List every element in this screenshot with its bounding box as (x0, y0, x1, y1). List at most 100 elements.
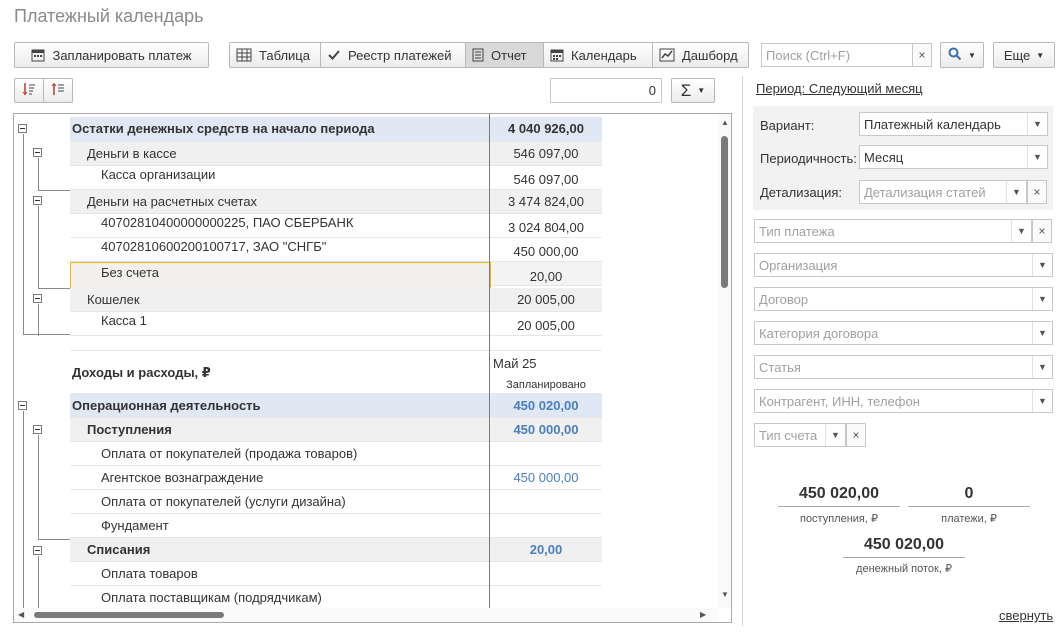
collapse-toggle[interactable] (18, 401, 27, 410)
tab-table[interactable]: Таблица (229, 42, 321, 68)
dashboard-chart-icon (659, 48, 675, 62)
tab-dashboard-label: Дашборд (682, 47, 738, 63)
period-link[interactable]: Период: Следующий месяц (756, 81, 923, 96)
tab-calendar[interactable]: Календарь (543, 42, 653, 68)
collapse-toggle[interactable] (33, 294, 42, 303)
sort-descending-button[interactable] (14, 78, 44, 103)
account-type-filter[interactable]: Тип счета ▼ (754, 423, 846, 447)
sum-button[interactable]: Σ ▼ (671, 78, 715, 103)
payment-type-filter[interactable]: Тип платежа ▼ (754, 219, 1032, 243)
table-row[interactable]: Касса 1 20 005,00 (70, 312, 602, 336)
tab-payment-registry-label: Реестр платежей (348, 47, 452, 63)
chevron-down-icon: ▼ (1032, 254, 1052, 276)
scroll-left-icon[interactable]: ◀ (18, 610, 24, 619)
chevron-down-icon: ▼ (1027, 113, 1047, 135)
close-icon: × (1038, 224, 1046, 238)
chevron-down-icon: ▼ (1032, 390, 1052, 412)
variant-select[interactable]: Платежный календарь ▼ (859, 112, 1048, 136)
chevron-down-icon: ▼ (1032, 356, 1052, 378)
organization-filter[interactable]: Организация ▼ (754, 253, 1053, 277)
periodicity-select[interactable]: Месяц ▼ (859, 145, 1048, 169)
sigma-icon: Σ (680, 80, 692, 100)
more-label: Еще (1003, 47, 1031, 63)
vertical-scrollbar[interactable]: ▲ ▼ (718, 114, 731, 608)
more-button[interactable]: Еще ▼ (993, 42, 1055, 68)
periodicity-label: Периодичность: (760, 151, 857, 166)
scroll-down-icon[interactable]: ▼ (721, 590, 729, 599)
collapse-toggle[interactable] (18, 124, 27, 133)
calendar-icon (31, 48, 45, 62)
tab-calendar-label: Календарь (571, 47, 637, 63)
clear-payment-type-button[interactable]: × (1032, 219, 1052, 243)
clear-search-button[interactable]: × (912, 43, 932, 67)
table-row[interactable]: Агентское вознаграждение 450 000,00 (70, 466, 602, 490)
contract-filter[interactable]: Договор ▼ (754, 287, 1053, 311)
table-row[interactable]: Операционная деятельность 450 020,00 (70, 394, 602, 418)
clear-account-type-button[interactable]: × (846, 423, 866, 447)
cash-flow-value: 450 020,00 (843, 536, 965, 558)
plan-payment-label: Запланировать платеж (52, 47, 192, 63)
chevron-down-icon: ▼ (1011, 220, 1031, 242)
table-row[interactable]: Остатки денежных средств на начало перио… (70, 117, 602, 142)
income-header: Доходы и расходы, ₽ Май 25 Запланировано (70, 350, 602, 394)
chevron-down-icon: ▼ (825, 424, 845, 446)
close-icon: × (1033, 185, 1041, 199)
table-row[interactable]: Списания 20,00 (70, 538, 602, 562)
table-row[interactable]: 40702810600200100717, ЗАО "СНГБ" 450 000… (70, 238, 602, 262)
plan-payment-button[interactable]: Запланировать платеж (14, 42, 209, 68)
tab-table-label: Таблица (259, 47, 310, 63)
tab-payment-registry[interactable]: Реестр платежей (320, 42, 466, 68)
table-row[interactable]: Оплата от покупателей (услуги дизайна) (70, 490, 602, 514)
contract-category-filter[interactable]: Категория договора ▼ (754, 321, 1053, 345)
chevron-down-icon: ▼ (1032, 322, 1052, 344)
table-row[interactable]: Фундамент (70, 514, 602, 538)
article-filter[interactable]: Статья ▼ (754, 355, 1053, 379)
variant-label: Вариант: (760, 118, 815, 133)
table-row[interactable]: Касса организации 546 097,00 (70, 166, 602, 190)
sort-ascending-button[interactable] (43, 78, 73, 103)
payments-value: 0 (908, 485, 1030, 507)
page-title: Платежный календарь (14, 6, 204, 26)
check-icon (327, 48, 341, 62)
report-area[interactable]: Остатки денежных средств на начало перио… (13, 113, 732, 623)
horizontal-scrollbar[interactable]: ◀ ▶ (14, 608, 718, 622)
search-input[interactable]: Поиск (Ctrl+F) (761, 43, 913, 67)
calendar-grid-icon (550, 48, 564, 62)
tab-report[interactable]: Отчет (465, 42, 544, 68)
collapse-toggle[interactable] (33, 546, 42, 555)
sort-desc-icon (22, 82, 36, 99)
close-icon: × (852, 428, 860, 442)
cash-flow-label: денежный поток, ₽ (856, 563, 952, 575)
counterparty-filter[interactable]: Контрагент, ИНН, телефон ▼ (754, 389, 1053, 413)
receipts-label: поступления, ₽ (799, 513, 878, 525)
scroll-up-icon[interactable]: ▲ (721, 118, 729, 127)
receipts-value: 450 020,00 (778, 485, 900, 507)
collapse-toggle[interactable] (33, 425, 42, 434)
clear-detail-button[interactable]: × (1027, 180, 1047, 204)
number-field[interactable]: 0 (550, 78, 662, 103)
chevron-down-icon: ▼ (1006, 181, 1026, 203)
scroll-right-icon[interactable]: ▶ (700, 610, 706, 619)
sort-asc-icon (51, 82, 65, 99)
chevron-down-icon: ▼ (968, 50, 976, 60)
table-row[interactable]: Поступления 450 000,00 (70, 418, 602, 442)
tab-report-label: Отчет (491, 47, 527, 63)
tab-dashboard[interactable]: Дашборд (652, 42, 749, 68)
search-button[interactable]: ▼ (940, 42, 984, 68)
chevron-down-icon: ▼ (1036, 50, 1045, 60)
planned-header: Запланировано (506, 379, 586, 391)
chevron-down-icon: ▼ (1027, 146, 1047, 168)
search-icon (948, 47, 962, 64)
table-row[interactable]: Без счета 20,00 (70, 262, 602, 289)
detail-select[interactable]: Детализация статей ▼ (859, 180, 1027, 204)
table-row[interactable]: Кошелек 20 005,00 (70, 288, 602, 312)
collapse-toggle[interactable] (33, 148, 42, 157)
collapse-toggle[interactable] (33, 196, 42, 205)
detail-label: Детализация: (760, 185, 843, 200)
close-icon: × (918, 48, 926, 62)
table-row[interactable]: Оплата товаров (70, 562, 602, 586)
table-row[interactable]: Оплата от покупателей (продажа товаров) (70, 442, 602, 466)
chevron-down-icon: ▼ (1032, 288, 1052, 310)
table-row[interactable]: Оплата поставщикам (подрядчикам) (70, 586, 602, 610)
collapse-link[interactable]: свернуть (999, 608, 1053, 623)
